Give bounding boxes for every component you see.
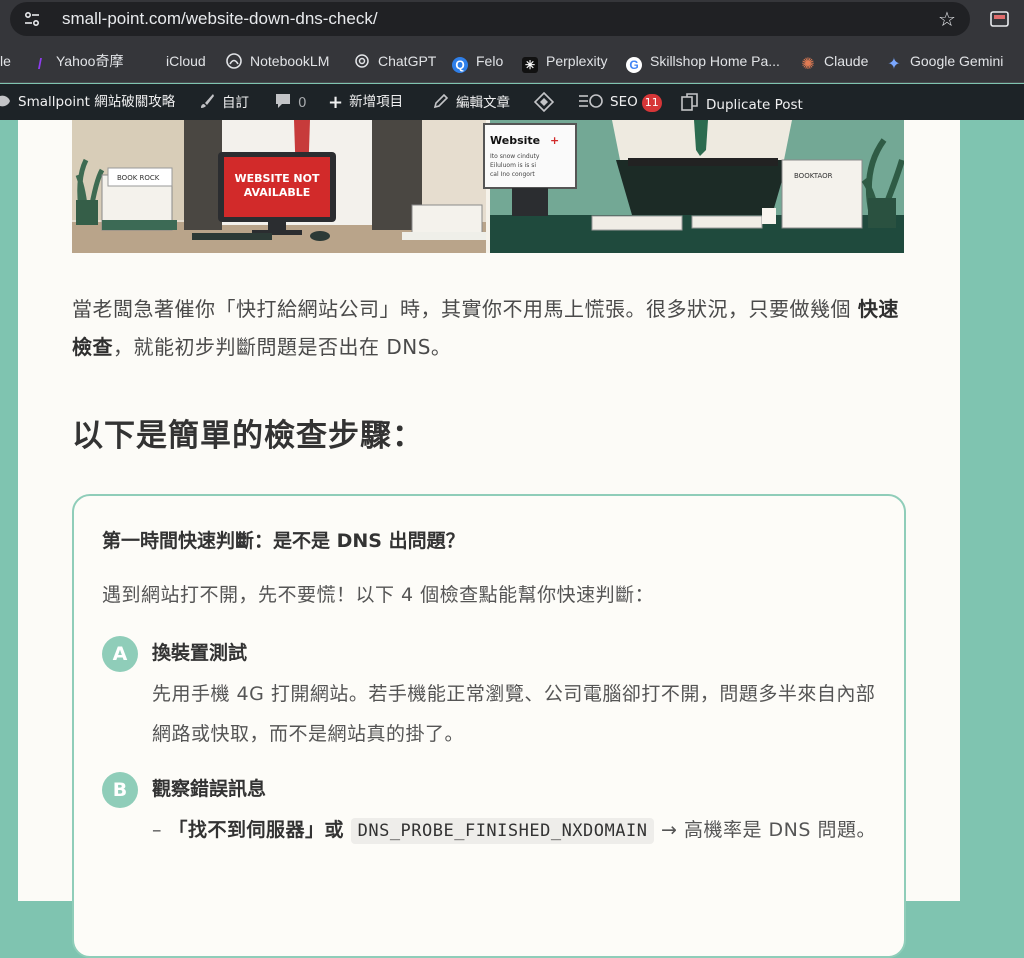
bookmark-label: ChatGPT <box>378 53 437 69</box>
apple-icon <box>142 53 158 69</box>
article-page: BOOK ROCK WEBSITE NOT AVAILABLE Website … <box>18 120 960 958</box>
hero-illustration: BOOK ROCK WEBSITE NOT AVAILABLE Website … <box>72 120 904 253</box>
hero-sign-line: Ito snow cinduty <box>490 153 540 160</box>
admin-comments[interactable]: 0 <box>274 92 307 112</box>
bookmark-item[interactable]: NotebookLM <box>226 51 329 71</box>
comment-bubble-icon <box>274 92 292 116</box>
hero-screen-text-2: AVAILABLE <box>244 186 311 199</box>
step-body-text: → 高機率是 DNS 問題。 <box>661 819 876 841</box>
comments-count: 0 <box>298 95 307 111</box>
bookmark-item[interactable]: iCloud <box>142 51 206 71</box>
card-lead: 遇到網站打不開，先不要慌！以下 4 個檢查點能幫你快速判斷： <box>102 584 655 606</box>
admin-customize-label: 自訂 <box>222 95 249 111</box>
duplicate-icon <box>680 92 700 118</box>
bookmark-label: Google Gemini <box>910 53 1004 69</box>
bookmark-label: Felo <box>476 53 504 69</box>
bookmark-label: Perplexity <box>546 53 608 69</box>
google-icon: G <box>626 57 642 73</box>
bookmarks-bar: le / Yahoo奇摩 iCloud NotebookLM ChatGPT QF… <box>0 40 1024 83</box>
edit-post-label: 編輯文章 <box>456 95 510 111</box>
bookmark-item[interactable]: ✦ Google Gemini <box>886 51 1004 73</box>
bookmark-star-icon[interactable]: ☆ <box>936 8 958 30</box>
yahoo-icon: / <box>37 56 43 73</box>
card-title: 第一時間快速判斷：是不是 DNS 出問題？ <box>102 530 465 552</box>
gemini-icon: ✦ <box>887 56 901 73</box>
seo-lines-icon <box>578 93 604 115</box>
bookmark-item[interactable]: ✺ Claude <box>800 51 869 73</box>
paper-left-text: BOOK ROCK <box>117 174 160 182</box>
dashboard-icon <box>0 93 12 115</box>
new-item-label: 新增項目 <box>349 94 404 110</box>
hero-sign-line: cal Ino congort <box>490 171 535 178</box>
felo-icon: Q <box>452 57 468 73</box>
diamond-icon <box>533 91 555 118</box>
perplexity-icon: ✳ <box>522 57 538 73</box>
bookmark-item[interactable]: ChatGPT <box>354 51 436 71</box>
step-body: – 「找不到伺服器」或 DNS_PROBE_FINISHED_NXDOMAIN … <box>152 810 882 851</box>
error-quote: 「找不到伺服器」或 <box>168 819 345 841</box>
seo-count-badge: 11 <box>641 94 662 112</box>
bookmark-label: Claude <box>824 53 869 69</box>
step-badge: B <box>102 772 138 808</box>
bookmark-label: le <box>0 53 11 69</box>
bookmark-label: iCloud <box>166 53 206 69</box>
admin-new-item[interactable]: + 新增項目 <box>328 92 404 113</box>
admin-customize[interactable]: 自訂 <box>198 92 249 112</box>
admin-diamond-plugin[interactable] <box>533 91 560 113</box>
intro-paragraph: 當老闆急著催你「快打給網站公司」時，其實你不用馬上慌張。很多狀況，只要做幾個 快… <box>72 290 912 366</box>
pencil-icon <box>432 92 450 116</box>
browser-toolbar: small-point.com/website-down-dns-check/ … <box>0 0 1024 40</box>
brush-icon <box>198 92 216 116</box>
address-bar[interactable]: small-point.com/website-down-dns-check/ … <box>10 2 970 36</box>
admin-duplicate-post[interactable]: Duplicate Post <box>680 92 803 113</box>
hero-sign-line: Eiluluom is is si <box>490 162 536 169</box>
wp-admin-bar: Smallpoint 網站破關攻略 自訂 0 + 新增項目 編輯文章 SEO 11 … <box>0 84 1024 120</box>
step-badge: A <box>102 636 138 672</box>
hero-screen-text-1: WEBSITE NOT <box>235 172 320 185</box>
hero-sign-title: Website <box>490 134 540 147</box>
step-title: 觀察錯誤訊息 <box>152 778 267 800</box>
bookmark-label: NotebookLM <box>250 53 330 69</box>
notebooklm-icon <box>226 53 242 69</box>
url-text[interactable]: small-point.com/website-down-dns-check/ <box>62 10 378 28</box>
section-heading: 以下是簡單的檢查步驟： <box>72 418 424 454</box>
bookmark-item[interactable]: G Skillshop Home Pa... <box>626 51 780 73</box>
bookmark-label: Yahoo奇摩 <box>56 53 124 69</box>
error-code: DNS_PROBE_FINISHED_NXDOMAIN <box>350 818 655 844</box>
intro-text: ，就能初步判斷問題是否出在 DNS。 <box>113 335 452 359</box>
site-info-icon[interactable] <box>22 9 42 29</box>
bookmark-item[interactable]: le <box>0 51 11 71</box>
paper-right-text: BOOKTAOR <box>794 172 833 180</box>
bookmark-item[interactable]: ✳ Perplexity <box>522 51 608 73</box>
tab-search-icon[interactable] <box>990 10 1010 28</box>
admin-site-label: Smallpoint 網站破關攻略 <box>18 94 176 110</box>
bookmark-item[interactable]: Q Felo <box>452 51 504 73</box>
duplicate-post-label: Duplicate Post <box>706 97 803 113</box>
checklist-card: 第一時間快速判斷：是不是 DNS 出問題？ 遇到網站打不開，先不要慌！以下 4 … <box>72 494 906 958</box>
admin-edit-post[interactable]: 編輯文章 <box>432 92 510 112</box>
bookmark-item[interactable]: / Yahoo奇摩 <box>32 51 124 73</box>
bookmark-label: Skillshop Home Pa... <box>650 53 780 69</box>
admin-site-name[interactable]: Smallpoint 網站破關攻略 <box>0 92 175 112</box>
claude-icon: ✺ <box>801 56 815 73</box>
admin-seo[interactable]: SEO 11 <box>578 92 662 112</box>
seo-label: SEO <box>610 94 638 110</box>
hero-sign-plus: + <box>550 134 559 147</box>
step-body: 先用手機 4G 打開網站。若手機能正常瀏覽、公司電腦卻打不開，問題多半來自內部網… <box>152 683 876 745</box>
chatgpt-icon <box>354 53 370 69</box>
intro-text: 當老闆急著催你「快打給網站公司」時，其實你不用馬上慌張。很多狀況，只要做幾個 <box>72 297 858 321</box>
step-title: 換裝置測試 <box>152 642 248 664</box>
bullet-dash: – <box>152 819 162 841</box>
plus-icon: + <box>328 92 344 113</box>
